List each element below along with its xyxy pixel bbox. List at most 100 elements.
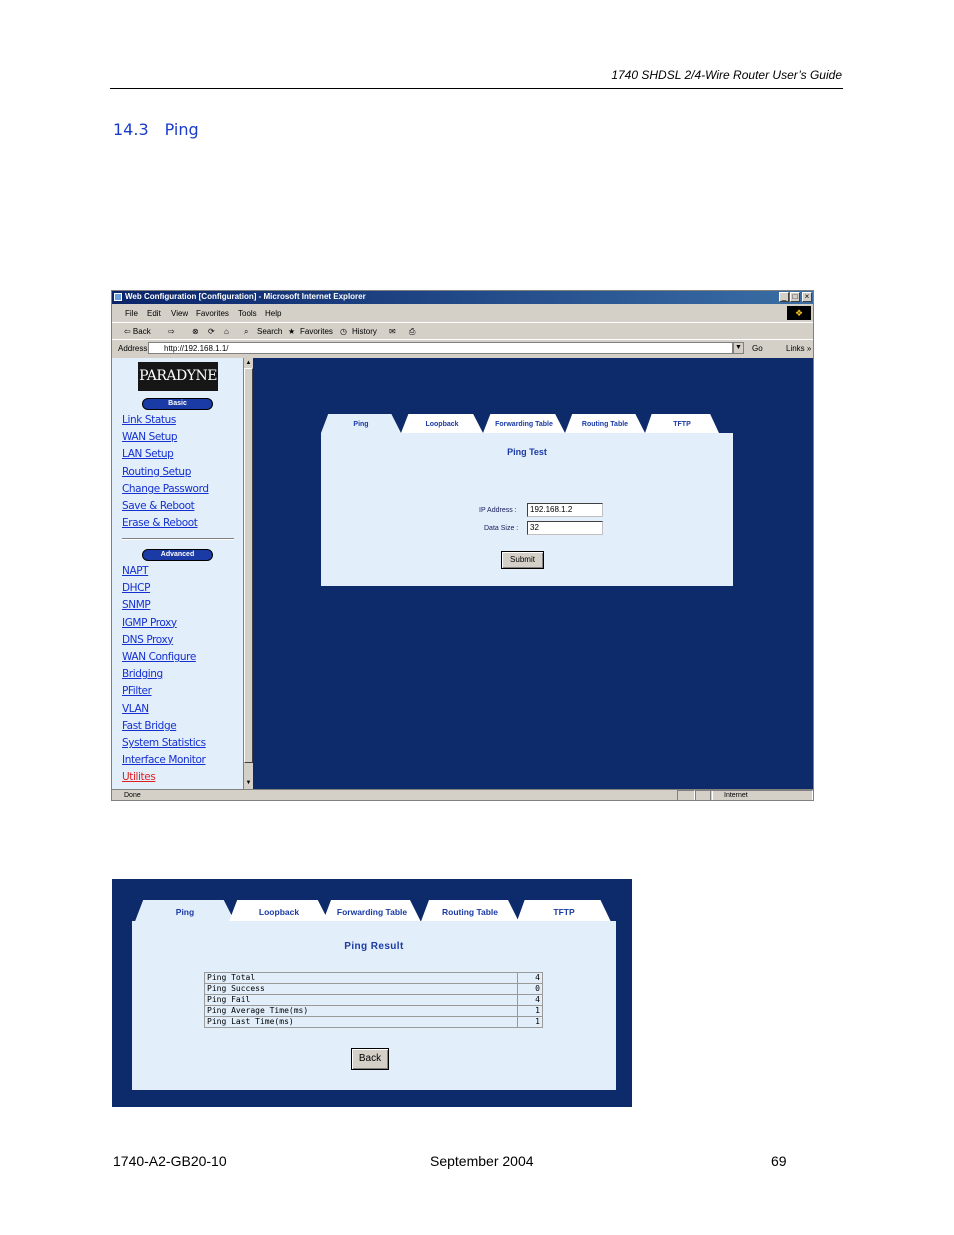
title-bar: Web Configuration [Configuration] - Micr…	[112, 291, 813, 304]
sidebar-link-bridging[interactable]: Bridging	[122, 668, 163, 680]
result-label: Ping Success	[204, 983, 518, 995]
submit-button[interactable]: Submit	[501, 551, 544, 569]
basic-heading: Basic	[142, 398, 213, 410]
menu-favorites[interactable]: Favorites	[196, 309, 229, 318]
status-cell	[677, 790, 695, 800]
nav-divider	[122, 538, 234, 540]
print-icon[interactable]: ⎙	[409, 327, 415, 337]
section-title: 14.3 Ping	[113, 120, 199, 139]
scroll-down-icon[interactable]: ▼	[244, 778, 253, 788]
forward-button[interactable]: ⇨	[168, 327, 175, 336]
page-content: PARADYNE Basic Link Status WAN Setup LAN S…	[112, 358, 813, 789]
sidebar-link-utilites[interactable]: Utilites	[122, 771, 156, 783]
sidebar-link-napt[interactable]: NAPT	[122, 565, 149, 577]
result-value: 1	[517, 1016, 543, 1028]
result-value: 1	[517, 1005, 543, 1017]
ip-address-label: IP Address :	[479, 507, 517, 514]
search-button[interactable]: Search	[257, 327, 282, 336]
history-icon[interactable]: ◷	[340, 327, 347, 336]
ping-test-title: Ping Test	[507, 447, 547, 457]
menu-view[interactable]: View	[171, 309, 188, 318]
close-button[interactable]: ×	[802, 292, 812, 302]
section-title-text: Ping	[164, 120, 199, 139]
footer-date: September 2004	[430, 1153, 534, 1169]
ping-result-screen: Ping Loopback Forwarding Table Routing T…	[112, 879, 632, 1107]
menu-file[interactable]: File	[125, 309, 138, 318]
sidebar-link-snmp[interactable]: SNMP	[122, 599, 151, 611]
result-label: Ping Fail	[204, 994, 518, 1006]
sidebar-link-dhcp[interactable]: DHCP	[122, 582, 150, 594]
links-button[interactable]: Links »	[786, 344, 811, 353]
section-number: 14.3	[113, 120, 149, 139]
table-row: Ping Average Time(ms) 1	[204, 1005, 543, 1017]
status-text: Done	[124, 792, 141, 799]
sidebar-link-change-password[interactable]: Change Password	[122, 483, 209, 495]
favorites-icon[interactable]: ★	[288, 327, 295, 336]
header-rule	[110, 88, 843, 89]
tab-loopback[interactable]: Loopback	[401, 414, 483, 433]
vertical-scrollbar[interactable]: ▲ ▼	[243, 358, 253, 789]
tab-tftp[interactable]: TFTP	[645, 414, 719, 433]
sidebar-link-pfilter[interactable]: PFilter	[122, 685, 152, 697]
home-icon[interactable]: ⌂	[224, 327, 229, 336]
sidebar-link-wan-configure[interactable]: WAN Configure	[122, 651, 196, 663]
menu-help[interactable]: Help	[265, 309, 281, 318]
address-dropdown-icon[interactable]: ▼	[733, 342, 744, 354]
status-zone: Internet	[724, 792, 748, 799]
main-frame: Ping Loopback Forwarding Table Routing T…	[253, 358, 813, 789]
result-value: 4	[517, 994, 543, 1006]
ip-address-input[interactable]: 192.168.1.2	[527, 503, 603, 517]
sidebar-link-erase-reboot[interactable]: Erase & Reboot	[122, 517, 198, 529]
toolbar: ⇦ Back ⇨ ⊗ ⟳ ⌂ ⌕ Search ★ Favorites ◷ Hi…	[112, 322, 813, 340]
window-title: Web Configuration [Configuration] - Micr…	[125, 292, 366, 301]
status-bar: Done Internet	[112, 789, 813, 800]
sidebar-link-vlan[interactable]: VLAN	[122, 703, 149, 715]
sidebar-link-lan-setup[interactable]: LAN Setup	[122, 448, 174, 460]
mail-icon[interactable]: ✉	[389, 327, 396, 336]
advanced-heading: Advanced	[142, 549, 213, 561]
result-label: Ping Last Time(ms)	[204, 1016, 518, 1028]
table-row: Ping Fail 4	[204, 994, 543, 1006]
data-size-label: Data Size :	[484, 525, 519, 532]
menu-edit[interactable]: Edit	[147, 309, 161, 318]
ping-result-table: Ping Total 4 Ping Success 0 Ping Fail 4 Ping A…	[204, 972, 543, 1028]
back-button[interactable]: Back	[351, 1048, 389, 1070]
footer-doc-number: 1740-A2-GB20-10	[113, 1153, 227, 1169]
favorites-button[interactable]: Favorites	[300, 327, 333, 336]
result-label: Ping Average Time(ms)	[204, 1005, 518, 1017]
search-icon[interactable]: ⌕	[244, 327, 248, 337]
address-input[interactable]: http://192.168.1.1/	[148, 342, 733, 354]
tab-forwarding-table[interactable]: Forwarding Table	[483, 414, 565, 433]
footer-page-number: 69	[771, 1153, 787, 1169]
table-row: Ping Last Time(ms) 1	[204, 1016, 543, 1028]
refresh-icon[interactable]: ⟳	[208, 327, 215, 336]
sidebar-link-system-statistics[interactable]: System Statistics	[122, 737, 206, 749]
go-button[interactable]: Go	[752, 344, 763, 353]
history-button[interactable]: History	[352, 327, 377, 336]
result-label: Ping Total	[204, 972, 518, 984]
scroll-thumb[interactable]	[244, 368, 253, 763]
sidebar-link-link-status[interactable]: Link Status	[122, 414, 176, 426]
ie-icon	[114, 293, 122, 301]
table-row: Ping Success 0	[204, 983, 543, 995]
sidebar-link-save-reboot[interactable]: Save & Reboot	[122, 500, 195, 512]
maximize-button[interactable]: □	[790, 292, 800, 302]
sidebar-link-interface-monitor[interactable]: Interface Monitor	[122, 754, 206, 766]
tab-routing-table[interactable]: Routing Table	[565, 414, 645, 433]
running-header: 1740 SHDSL 2/4-Wire Router User’s Guide	[611, 68, 842, 82]
windows-logo-icon: ❖	[787, 306, 811, 320]
back-button[interactable]: ⇦ Back	[124, 327, 151, 336]
result-value: 0	[517, 983, 543, 995]
menu-tools[interactable]: Tools	[238, 309, 257, 318]
sidebar-link-igmp-proxy[interactable]: IGMP Proxy	[122, 617, 177, 629]
tab-ping[interactable]: Ping	[321, 414, 401, 433]
sidebar-link-dns-proxy[interactable]: DNS Proxy	[122, 634, 174, 646]
scroll-up-icon[interactable]: ▲	[244, 358, 253, 368]
sidebar-link-routing-setup[interactable]: Routing Setup	[122, 466, 191, 478]
stop-icon[interactable]: ⊗	[192, 327, 199, 336]
data-size-input[interactable]: 32	[527, 521, 603, 535]
sidebar-link-fast-bridge[interactable]: Fast Bridge	[122, 720, 177, 732]
minimize-button[interactable]: _	[779, 292, 789, 302]
sidebar-link-wan-setup[interactable]: WAN Setup	[122, 431, 178, 443]
ping-test-panel: Ping Test IP Address : 192.168.1.2 Data …	[321, 433, 733, 586]
